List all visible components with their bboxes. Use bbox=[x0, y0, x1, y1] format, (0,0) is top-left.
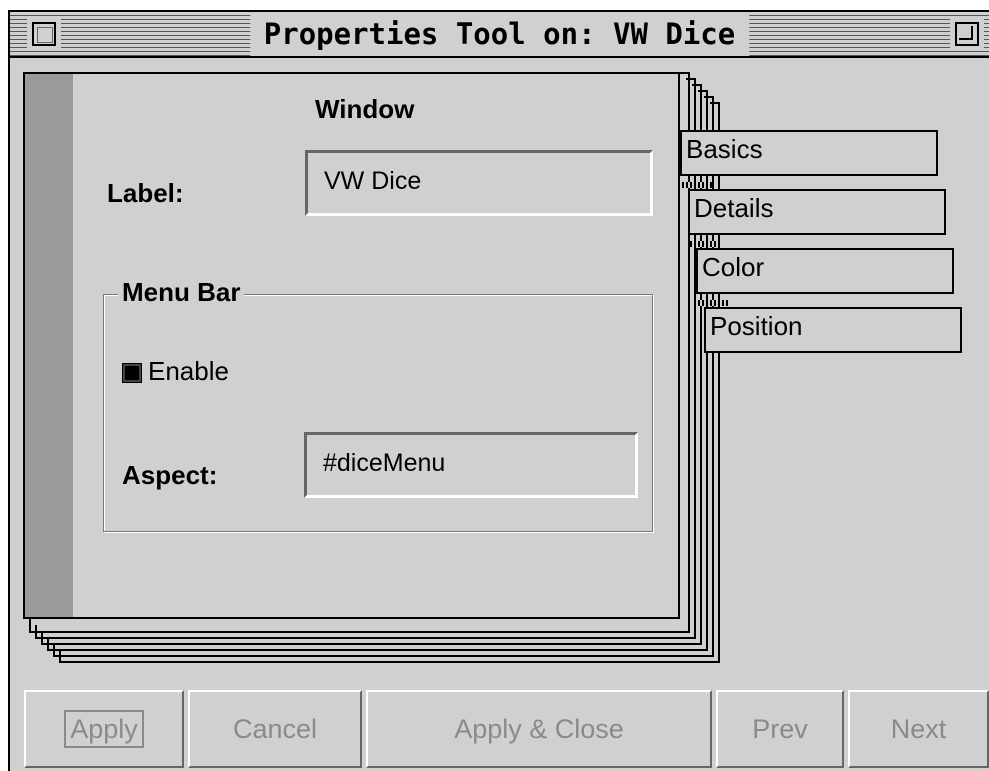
prev-button[interactable]: Prev bbox=[716, 690, 844, 768]
enable-label: Enable bbox=[148, 356, 229, 386]
enable-checkbox[interactable] bbox=[122, 363, 142, 383]
tab-color[interactable]: Color bbox=[696, 248, 954, 294]
next-button[interactable]: Next bbox=[848, 690, 989, 768]
apply-button-label: Apply bbox=[64, 710, 144, 748]
tab-details[interactable]: Details bbox=[688, 189, 946, 235]
window-title: Properties Tool on: VW Dice bbox=[249, 12, 750, 56]
apply-button[interactable]: Apply bbox=[24, 690, 184, 768]
cancel-button[interactable]: Cancel bbox=[188, 690, 362, 768]
tab-notch bbox=[698, 300, 728, 306]
properties-window: Properties Tool on: VW Dice Basics Detai… bbox=[8, 10, 989, 771]
tab-notch bbox=[690, 241, 720, 247]
label-caption: Label: bbox=[107, 178, 184, 208]
aspect-field[interactable]: #diceMenu bbox=[304, 432, 638, 498]
apply-close-button[interactable]: Apply & Close bbox=[366, 690, 712, 768]
properties-page: Window Label: VW Dice Menu Bar Enable As… bbox=[23, 72, 680, 619]
menu-bar-title: Menu Bar bbox=[118, 277, 245, 308]
aspect-caption: Aspect: bbox=[122, 460, 218, 490]
tab-notch bbox=[682, 182, 712, 188]
tab-basics[interactable]: Basics bbox=[680, 130, 938, 176]
page-spine bbox=[25, 74, 73, 617]
tab-position[interactable]: Position bbox=[704, 307, 962, 353]
label-field[interactable]: VW Dice bbox=[305, 150, 653, 216]
page-title: Window bbox=[315, 94, 415, 124]
menu-bar-group: Menu Bar Enable Aspect: #diceMenu bbox=[103, 277, 653, 532]
zoom-box-icon[interactable] bbox=[955, 22, 979, 46]
title-bar[interactable]: Properties Tool on: VW Dice bbox=[10, 12, 989, 58]
close-box-icon[interactable] bbox=[32, 22, 56, 46]
